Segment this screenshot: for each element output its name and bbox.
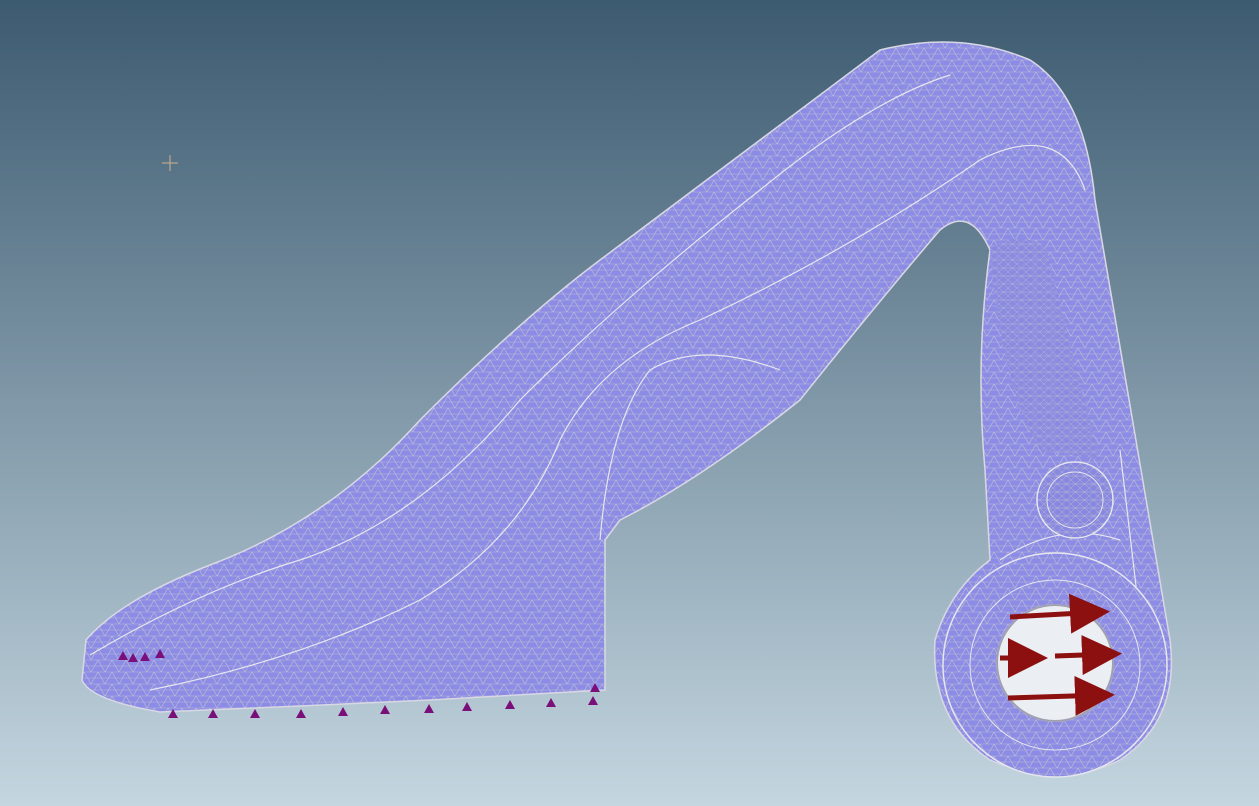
viewport-canvas[interactable] <box>0 0 1259 806</box>
hub-boss <box>1036 461 1114 539</box>
fea-viewport[interactable] <box>0 0 1259 806</box>
